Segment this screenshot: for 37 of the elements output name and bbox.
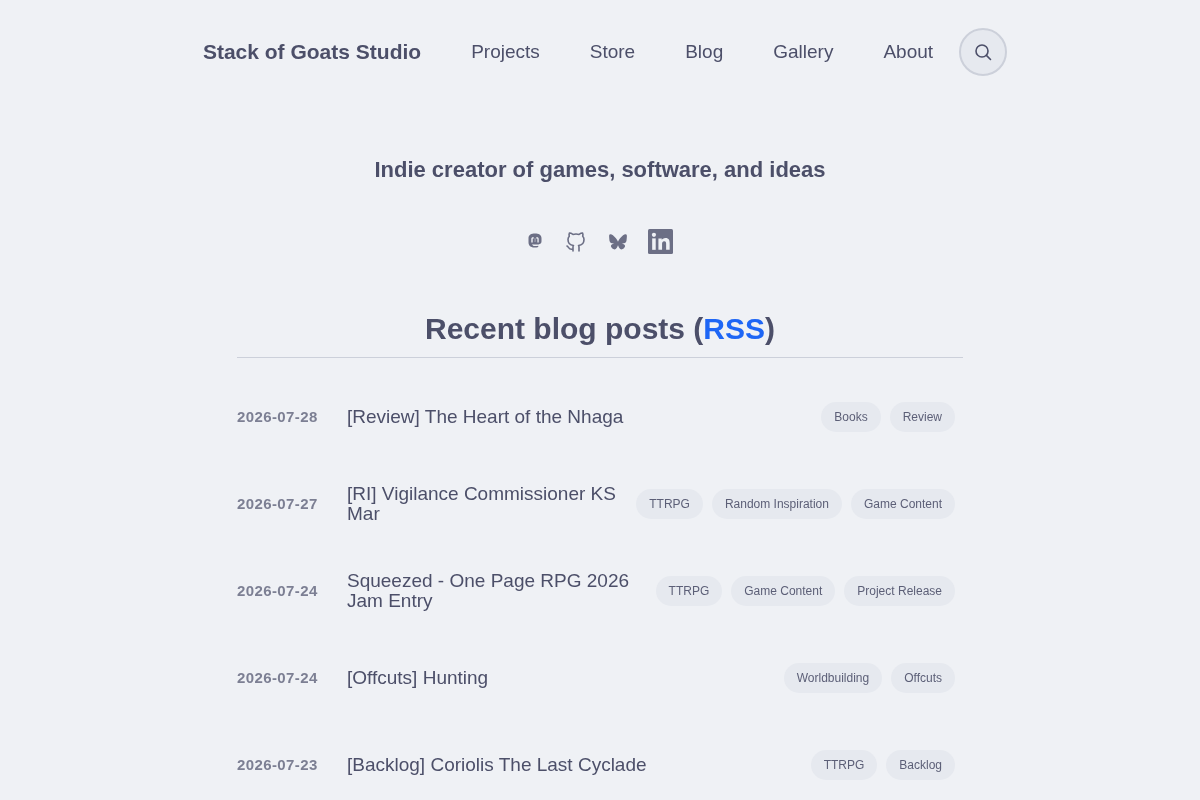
section-heading: Recent blog posts (RSS) — [237, 311, 963, 358]
nav-link[interactable]: About — [883, 41, 934, 63]
search-button[interactable] — [959, 28, 1008, 76]
tag-link[interactable]: Random Inspiration — [711, 488, 842, 519]
post-date: 2026-07-24 — [237, 669, 319, 686]
tag-link[interactable]: Project Release — [844, 575, 955, 606]
tag-link[interactable]: Worldbuilding — [783, 662, 883, 693]
post-date: 2026-07-24 — [237, 582, 319, 599]
tag-link[interactable]: Books — [821, 401, 881, 432]
nav-link[interactable]: Store — [589, 41, 636, 63]
tag-link[interactable]: Offcuts — [891, 662, 955, 693]
tag-link[interactable]: Game Content — [850, 488, 955, 519]
tag-link[interactable]: TTRPG — [636, 488, 703, 519]
post-title-link[interactable]: [Offcuts] Hunting — [347, 667, 776, 688]
tag-link[interactable]: Backlog — [886, 749, 955, 780]
rss-link[interactable]: RSS — [703, 312, 765, 345]
post-date: 2026-07-23 — [237, 756, 319, 773]
post-date: 2026-07-27 — [237, 495, 319, 512]
post-title-link[interactable]: [Backlog] Coriolis The Last Cyclade — [347, 754, 803, 775]
linkedin-icon[interactable] — [648, 229, 673, 254]
post-title-link[interactable]: [Review] The Heart of the Nhaga — [347, 406, 814, 427]
tag-link[interactable]: Review — [889, 401, 955, 432]
post-title-link[interactable]: Squeezed - One Page RPG 2026 Jam Entry — [347, 570, 648, 611]
site-title[interactable]: Stack of Goats Studio — [202, 40, 422, 64]
tagline: Indie creator of games, software, and ideas — [373, 156, 827, 184]
tag-link[interactable]: TTRPG — [810, 749, 878, 780]
tag-link[interactable]: TTRPG — [655, 575, 723, 606]
search-icon — [974, 43, 993, 61]
mastodon-icon[interactable] — [527, 233, 543, 250]
nav-link[interactable]: Blog — [685, 41, 724, 63]
butterfly-icon[interactable] — [609, 233, 627, 250]
nav-link[interactable]: Projects — [471, 41, 540, 63]
post-date: 2026-07-28 — [237, 408, 319, 425]
tag-link[interactable]: Game Content — [731, 575, 836, 606]
github-icon[interactable] — [564, 229, 588, 254]
nav-link[interactable]: Gallery — [773, 41, 834, 63]
post-title-link[interactable]: [RI] Vigilance Commissioner KS Mar — [347, 483, 629, 524]
